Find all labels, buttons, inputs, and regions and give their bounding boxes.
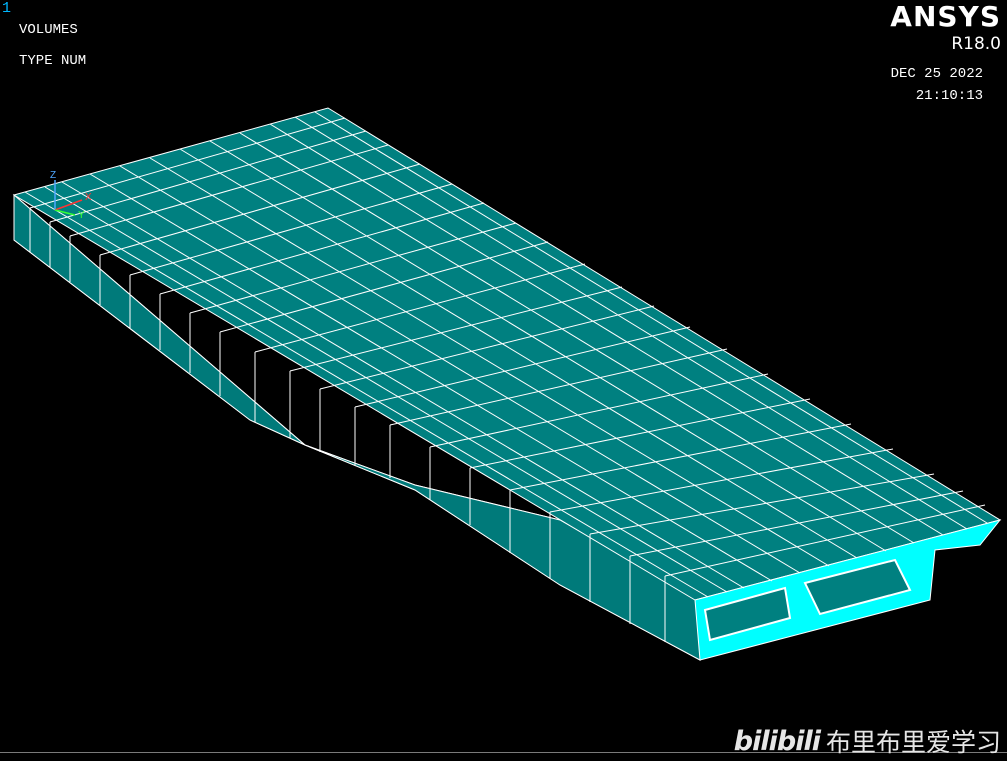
graphics-window[interactable]: 1 VOLUMES TYPE NUM ANSYS R18.0 DEC 25 20… bbox=[0, 0, 1007, 761]
bilibili-watermark: bilibili 布里布里爱学习 bbox=[734, 723, 1001, 759]
triad-z-label: Z bbox=[50, 170, 56, 181]
triad-x-label: X bbox=[85, 192, 92, 203]
triad-y-label: Y bbox=[78, 210, 85, 221]
bilibili-logo: bilibili bbox=[733, 725, 821, 757]
volume-model[interactable]: Z X Y bbox=[0, 0, 1007, 761]
watermark-caption: 布里布里爱学习 bbox=[825, 728, 1001, 757]
